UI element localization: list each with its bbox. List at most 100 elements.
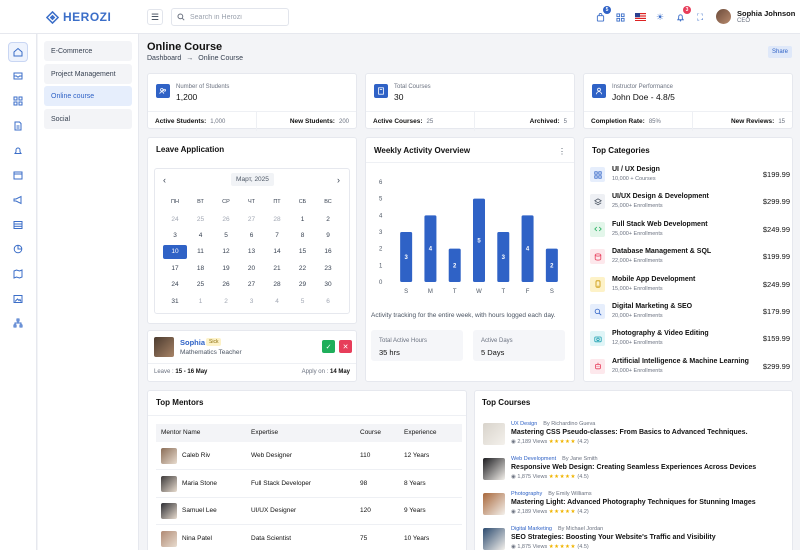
rail-mail[interactable] <box>8 66 28 86</box>
calendar-day[interactable]: 16 <box>316 245 340 259</box>
calendar-day[interactable]: 24 <box>163 212 187 226</box>
applicant-name[interactable]: Sophia <box>180 338 205 347</box>
category-item[interactable]: Digital Marketing & SEO 20,000+ Enrollmen… <box>590 302 790 322</box>
course-item[interactable]: Web Development By Jane Smith Responsive W… <box>483 456 783 488</box>
calendar-day[interactable]: 14 <box>265 245 289 259</box>
category-item[interactable]: UI/UX Design & Development 25,000+ Enroll… <box>590 192 790 212</box>
calendar-day[interactable]: 21 <box>265 261 289 275</box>
notifications-button[interactable]: 3 <box>674 6 691 23</box>
rail-home[interactable] <box>8 42 28 62</box>
course-title[interactable]: Mastering CSS Pseudo-classes: From Basic… <box>511 429 748 436</box>
subnav-online-course[interactable]: Online course <box>44 86 132 106</box>
calendar-day[interactable]: 31 <box>163 294 187 308</box>
reject-button[interactable]: ✕ <box>339 340 352 353</box>
course-item[interactable]: Photography By Emily Williams Mastering Li… <box>483 491 783 523</box>
table-row[interactable]: Maria Stone Full Stack Developer 98 8 Years <box>156 471 462 498</box>
calendar-day[interactable]: 25 <box>189 278 213 292</box>
calendar-day[interactable]: 13 <box>240 245 264 259</box>
calendar-day[interactable]: 26 <box>214 212 238 226</box>
col-course[interactable]: Course <box>360 429 381 436</box>
cart-button[interactable]: 5 <box>594 6 611 23</box>
rail-notifications[interactable] <box>8 141 28 161</box>
calendar-day[interactable]: 4 <box>189 228 213 242</box>
calendar-day[interactable]: 2 <box>316 212 340 226</box>
rail-apps[interactable] <box>8 91 28 111</box>
rail-maps[interactable] <box>8 264 28 284</box>
col-experience[interactable]: Experience <box>404 429 437 436</box>
category-item[interactable]: Database Management & SQL 22,000+ Enrollm… <box>590 247 790 267</box>
rail-calendar[interactable] <box>8 165 28 185</box>
calendar-day[interactable]: 5 <box>214 228 238 242</box>
theme-toggle-button[interactable]: ☀ <box>654 11 666 23</box>
calendar-day[interactable]: 27 <box>240 212 264 226</box>
calendar-day[interactable]: 28 <box>265 212 289 226</box>
calendar-day[interactable]: 4 <box>265 294 289 308</box>
table-row[interactable]: Nina Patel Data Scientist 75 10 Years <box>156 526 462 550</box>
category-item[interactable]: Artificial Intelligence & Machine Learni… <box>590 357 790 377</box>
calendar-day[interactable]: 6 <box>240 228 264 242</box>
course-item[interactable]: Digital Marketing By Michael Jordan SEO St… <box>483 526 783 550</box>
calendar-day[interactable]: 24 <box>163 278 187 292</box>
menu-toggle-button[interactable]: ☰ <box>147 9 163 25</box>
calendar-day[interactable]: 28 <box>265 278 289 292</box>
category-item[interactable]: Mobile App Development 15,000+ Enrollment… <box>590 275 790 295</box>
table-row[interactable]: Samuel Lee UI/UX Designer 120 9 Years <box>156 498 462 525</box>
more-options-icon[interactable]: ⋮ <box>558 147 566 156</box>
rail-charts[interactable] <box>8 239 28 259</box>
rail-documents[interactable] <box>8 116 28 136</box>
calendar-day[interactable]: 20 <box>240 261 264 275</box>
calendar-day[interactable]: 3 <box>163 228 187 242</box>
calendar-prev-button[interactable]: ‹ <box>163 175 166 185</box>
calendar-day[interactable]: 1 <box>189 294 213 308</box>
calendar-day[interactable]: 23 <box>316 261 340 275</box>
calendar-day[interactable]: 5 <box>291 294 315 308</box>
brand-logo[interactable]: HEROZI <box>46 10 111 24</box>
course-category[interactable]: Photography By Emily Williams <box>511 491 592 497</box>
search-box[interactable] <box>171 8 289 26</box>
search-input[interactable] <box>190 13 280 21</box>
calendar-next-button[interactable]: › <box>337 175 340 185</box>
calendar-day[interactable]: 8 <box>291 228 315 242</box>
calendar-day[interactable]: 22 <box>291 261 315 275</box>
course-category[interactable]: Digital Marketing By Michael Jordan <box>511 526 603 532</box>
calendar-day[interactable]: 12 <box>214 245 238 259</box>
course-title[interactable]: Mastering Light: Advanced Photography Te… <box>511 499 756 506</box>
rail-tables[interactable] <box>8 215 28 235</box>
calendar-day[interactable]: 19 <box>214 261 238 275</box>
subnav-ecommerce[interactable]: E-Commerce <box>44 41 132 61</box>
user-avatar[interactable] <box>716 9 731 24</box>
category-item[interactable]: UI / UX Design 10,000 + Courses $199.99 <box>590 165 790 185</box>
calendar-day[interactable]: 2 <box>214 294 238 308</box>
rail-hierarchy[interactable] <box>8 313 28 333</box>
course-category[interactable]: Web Development By Jane Smith <box>511 456 598 462</box>
calendar-month[interactable]: Март, 2025 <box>231 173 274 186</box>
calendar-day[interactable]: 3 <box>240 294 264 308</box>
calendar-day[interactable]: 25 <box>189 212 213 226</box>
calendar-day[interactable]: 30 <box>316 278 340 292</box>
category-item[interactable]: Full Stack Web Development 25,000+ Enroll… <box>590 220 790 240</box>
calendar-day[interactable]: 15 <box>291 245 315 259</box>
calendar-day-selected[interactable]: 10 <box>163 244 187 259</box>
calendar-day[interactable]: 26 <box>214 278 238 292</box>
breadcrumb-root[interactable]: Dashboard <box>147 55 181 62</box>
calendar-day[interactable]: 17 <box>163 261 187 275</box>
calendar-day[interactable]: 18 <box>189 261 213 275</box>
calendar-day[interactable]: 1 <box>291 212 315 226</box>
calendar-day[interactable]: 7 <box>265 228 289 242</box>
calendar-day[interactable]: 9 <box>316 228 340 242</box>
calendar-day[interactable]: 27 <box>240 278 264 292</box>
rail-campaigns[interactable] <box>8 190 28 210</box>
calendar-day[interactable]: 11 <box>189 245 213 259</box>
course-category[interactable]: UX Design By Richardino Gueva <box>511 421 595 427</box>
table-row[interactable]: Caleb Riv Web Designer 110 12 Years <box>156 443 462 470</box>
category-item[interactable]: Photography & Video Editing 12,000+ Enrol… <box>590 329 790 349</box>
language-button[interactable] <box>634 11 646 23</box>
apps-button[interactable] <box>614 11 626 23</box>
subnav-project-management[interactable]: Project Management <box>44 64 132 84</box>
rail-media[interactable] <box>8 289 28 309</box>
col-mentor-name[interactable]: Mentor Name <box>161 429 200 436</box>
calendar-day[interactable]: 6 <box>316 294 340 308</box>
course-title[interactable]: Responsive Web Design: Creating Seamless… <box>511 464 756 471</box>
course-title[interactable]: SEO Strategies: Boosting Your Website's … <box>511 534 716 541</box>
fullscreen-button[interactable]: ⛶ <box>694 11 706 23</box>
